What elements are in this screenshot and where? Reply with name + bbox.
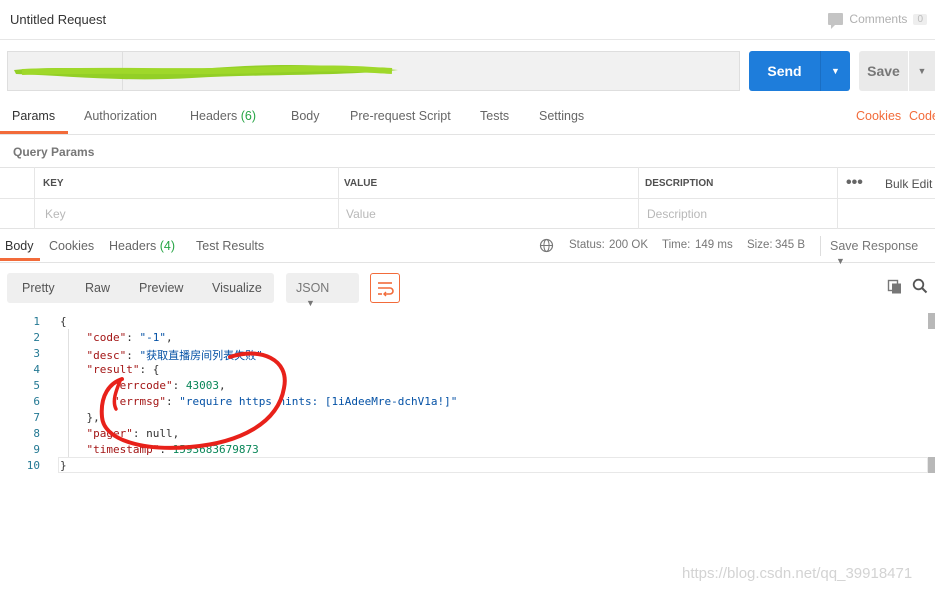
globe-icon[interactable] xyxy=(539,238,554,253)
caret-down-icon: ▼ xyxy=(917,66,927,76)
line-number: 8 xyxy=(33,427,40,440)
value-input[interactable]: Value xyxy=(346,207,376,221)
comments-button[interactable]: Comments 0 xyxy=(828,12,927,29)
tab-headers-label: Headers xyxy=(190,109,238,123)
bulk-edit-link[interactable]: Bulk Edit xyxy=(885,177,932,191)
response-tab-headers-count: (4) xyxy=(159,239,176,253)
table-column-divider xyxy=(34,167,35,229)
save-response-button[interactable]: Save Response ▼ xyxy=(830,239,935,267)
column-header-key: KEY xyxy=(43,178,64,189)
comments-count: 0 xyxy=(913,13,927,25)
cookies-link[interactable]: Cookies xyxy=(856,109,901,123)
save-button[interactable]: Save xyxy=(859,51,908,91)
scrollbar-thumb[interactable] xyxy=(928,457,935,473)
status-label: Status: xyxy=(569,239,605,251)
save-dropdown-button[interactable]: ▼ xyxy=(909,51,935,91)
response-tab-body[interactable]: Body xyxy=(5,239,34,253)
tab-pre-request-script[interactable]: Pre-request Script xyxy=(350,109,451,123)
tab-tests[interactable]: Tests xyxy=(480,109,509,123)
send-button[interactable]: Send xyxy=(749,51,820,91)
search-icon[interactable] xyxy=(912,278,928,294)
watermark: https://blog.csdn.net/qq_39918471 xyxy=(682,565,913,582)
line-number: 2 xyxy=(33,331,40,344)
line-number: 1 xyxy=(33,315,40,328)
line-number: 10 xyxy=(26,459,40,472)
view-mode-preview[interactable]: Preview xyxy=(139,281,183,295)
size-label: Size: xyxy=(747,239,773,251)
more-options-icon[interactable]: ••• xyxy=(846,174,863,192)
line-number: 9 xyxy=(33,443,40,456)
line-number: 4 xyxy=(33,363,40,376)
scrollbar-thumb[interactable] xyxy=(928,313,935,329)
column-header-description: DESCRIPTION xyxy=(645,178,714,189)
status-value[interactable]: 200 OK xyxy=(609,239,648,251)
format-select-value: JSON xyxy=(296,281,330,295)
wrap-lines-button[interactable] xyxy=(370,273,400,303)
tab-headers-count: (6) xyxy=(240,109,257,123)
caret-down-icon: ▼ xyxy=(306,298,315,308)
active-tab-indicator xyxy=(0,131,68,134)
line-number: 6 xyxy=(33,395,40,408)
view-mode-raw[interactable]: Raw xyxy=(85,281,110,295)
table-column-divider xyxy=(638,167,639,229)
table-divider xyxy=(0,198,935,199)
copy-icon[interactable] xyxy=(887,279,903,295)
tab-params[interactable]: Params xyxy=(12,109,55,123)
table-column-divider xyxy=(338,167,339,229)
description-input[interactable]: Description xyxy=(647,207,707,221)
indent-guide xyxy=(68,329,69,457)
response-tab-headers[interactable]: Headers (4) xyxy=(109,239,175,253)
comments-label: Comments xyxy=(849,12,908,26)
time-label: Time: xyxy=(662,239,691,251)
current-line-highlight xyxy=(58,457,928,473)
tab-authorization[interactable]: Authorization xyxy=(84,109,157,123)
view-mode-pretty[interactable]: Pretty xyxy=(22,281,55,295)
time-value[interactable]: 149 ms xyxy=(695,239,733,251)
key-input[interactable]: Key xyxy=(45,207,66,221)
table-column-divider xyxy=(837,167,838,229)
tab-headers[interactable]: Headers (6) xyxy=(190,109,256,123)
title-bar xyxy=(0,0,935,40)
response-tab-headers-label: Headers xyxy=(109,239,157,253)
size-value[interactable]: 345 B xyxy=(775,239,805,251)
caret-down-icon: ▼ xyxy=(831,66,840,76)
line-number: 3 xyxy=(33,347,40,360)
tab-settings[interactable]: Settings xyxy=(539,109,584,123)
column-header-value: VALUE xyxy=(344,178,378,189)
line-number: 7 xyxy=(33,411,40,424)
query-params-title: Query Params xyxy=(13,145,95,159)
save-response-label: Save Response xyxy=(830,239,919,253)
format-select[interactable]: JSON ▼ xyxy=(286,273,359,308)
send-dropdown-button[interactable]: ▼ xyxy=(820,51,850,91)
code-link[interactable]: Code xyxy=(909,109,935,123)
comment-icon xyxy=(828,13,844,29)
caret-down-icon: ▼ xyxy=(836,256,845,266)
redaction-scribble xyxy=(14,64,398,80)
active-response-tab-indicator xyxy=(0,258,40,261)
view-mode-visualize[interactable]: Visualize xyxy=(212,281,262,295)
line-number: 5 xyxy=(33,379,40,392)
response-tab-cookies[interactable]: Cookies xyxy=(49,239,94,253)
code-line: { xyxy=(60,315,67,328)
status-divider xyxy=(820,236,821,256)
response-tab-test-results[interactable]: Test Results xyxy=(196,239,264,253)
tab-body[interactable]: Body xyxy=(291,109,320,123)
wrap-lines-icon xyxy=(378,282,394,297)
request-title[interactable]: Untitled Request xyxy=(10,12,106,27)
red-circle-annotation xyxy=(99,351,287,450)
